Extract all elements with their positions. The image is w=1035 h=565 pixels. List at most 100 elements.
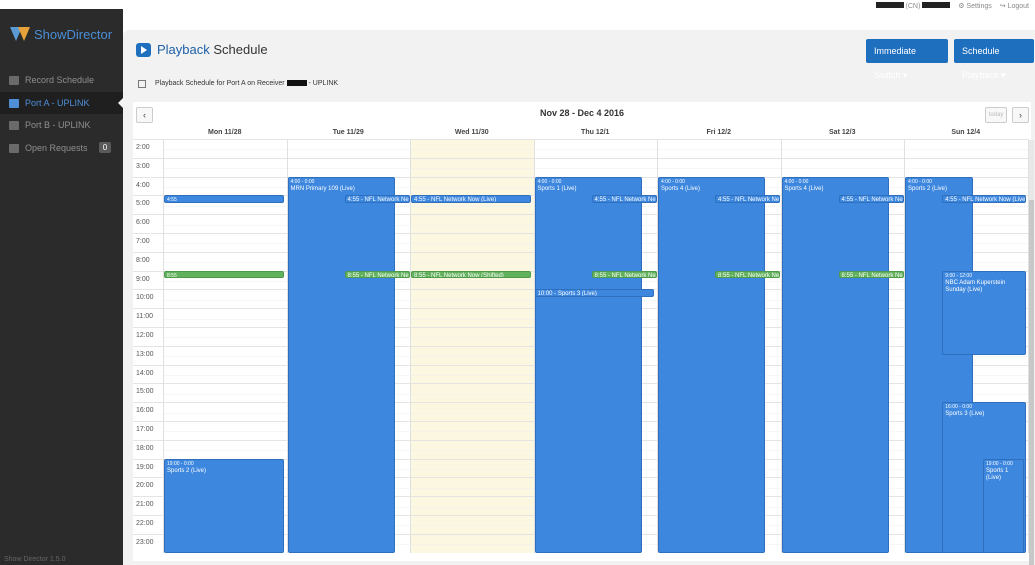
- half-hour-line: [163, 168, 1029, 170]
- day-header[interactable]: Sun 12/4: [904, 129, 1028, 139]
- hour-label: 6:00: [136, 219, 150, 227]
- schedule-event[interactable]: 8:55 - NFL Network Ne: [344, 270, 410, 279]
- event-title: Sports 3 (Live): [945, 411, 985, 418]
- hour-label: 4:00: [136, 181, 150, 189]
- schedule-event[interactable]: 4:55 - NFL Network Ne: [838, 195, 904, 203]
- screen-icon: [9, 120, 19, 130]
- subheader-text-after: - UPLINK: [308, 80, 339, 87]
- main-panel: Playback Schedule Immediate Switch ▾ Sch…: [123, 30, 1035, 565]
- schedule-event[interactable]: 4:00 - 0:00 Sports 4 (Live): [781, 176, 889, 553]
- brand-logo[interactable]: ShowDirector: [10, 23, 112, 45]
- page-header: Playback Schedule Immediate Switch ▾ Sch…: [123, 30, 1035, 80]
- scrollbar-thumb[interactable]: [1029, 200, 1034, 565]
- schedule-event[interactable]: 8:55 - NFL Network Now (Shifted): [411, 270, 531, 279]
- event-time: 4:55: [167, 197, 177, 203]
- event-time: 8:55: [167, 272, 177, 279]
- event-title: 4:55 - NFL Network Ne: [718, 197, 780, 203]
- page-title-sub: Schedule: [213, 42, 268, 57]
- hour-label: 7:00: [136, 238, 150, 245]
- page-title-main: Playback: [157, 42, 210, 57]
- day-header[interactable]: Fri 12/2: [657, 129, 781, 139]
- schedule-event[interactable]: 8:558:55 - NFL Network Now (Shifted): [164, 270, 284, 279]
- hour-label: 20:00: [136, 482, 154, 490]
- day-header[interactable]: Sat 12/3: [781, 129, 905, 139]
- next-week-button[interactable]: ›: [1012, 107, 1029, 123]
- sidebar-item-port-b-uplink[interactable]: Port B - UPLINK: [0, 114, 123, 136]
- event-title: 4:55 - NFL Network Ne: [841, 197, 903, 203]
- today-button[interactable]: today: [985, 107, 1007, 123]
- calendar: ‹ Nov 28 - Dec 4 2016 today › Mon 11/28 T…: [133, 102, 1031, 561]
- event-title: 8:55 - NFL Network Ne: [594, 272, 656, 279]
- sidebar-item-port-a-uplink[interactable]: Port A - UPLINK: [0, 92, 124, 114]
- event-time: 4:00 - 0:00: [784, 178, 809, 185]
- schedule-event[interactable]: 4:554:55 - NFL Network Now (Live): [164, 195, 284, 203]
- event-title: 10:00 - Sports 3 (Live): [537, 291, 597, 297]
- event-title: NBC Adam Kuperstein Sunday (Live): [945, 279, 1006, 293]
- schedule-event[interactable]: 9:00 - 12:00 NBC Adam Kuperstein Sunday (…: [942, 270, 1027, 356]
- schedule-event[interactable]: 19:00 - 0:00 Sports 2 (Live): [164, 458, 284, 553]
- hour-row[interactable]: [133, 157, 1029, 177]
- hour-label: 18:00: [136, 444, 154, 452]
- hour-label: 14:00: [136, 369, 154, 377]
- day-header[interactable]: Wed 11/30: [410, 129, 534, 139]
- hour-label: 15:00: [136, 388, 154, 396]
- hour-label: 3:00: [136, 162, 150, 170]
- sidebar-item-open-requests[interactable]: Open Requests 0: [0, 137, 123, 159]
- day-header[interactable]: Thu 12/1: [534, 129, 658, 139]
- event-title: 4:55 - NFL Network Ne: [594, 197, 656, 203]
- event-title: 4:55 - NFL Network Ne: [347, 197, 409, 203]
- sidebar-item-label: Port A - UPLINK: [25, 98, 90, 108]
- playback-icon: [136, 43, 151, 57]
- schedule-event[interactable]: 8:55 - NFL Network Ne: [591, 270, 657, 279]
- hour-label: 10:00: [136, 294, 154, 302]
- schedule-playback-button[interactable]: Schedule Playback ▾: [954, 39, 1034, 80]
- settings-label: Settings: [966, 3, 992, 10]
- day-header[interactable]: Tue 11/29: [287, 129, 411, 139]
- inbox-icon: [9, 143, 19, 153]
- settings-link[interactable]: ⚙ Settings: [958, 2, 992, 10]
- schedule-event[interactable]: 8:55 - NFL Network Ne: [715, 270, 781, 279]
- schedule-event[interactable]: 10:00 - Sports 3 (Live): [534, 289, 655, 297]
- day-header[interactable]: Mon 11/28: [163, 129, 287, 139]
- schedule-event[interactable]: 4:55 - NFL Network Ne: [715, 195, 781, 203]
- sidebar-item-label: Record Schedule: [25, 75, 95, 85]
- logout-label: Logout: [1007, 3, 1029, 10]
- schedule-event[interactable]: 8:55 - NFL Network Ne: [838, 270, 904, 279]
- hour-label: 9:00: [136, 275, 150, 283]
- microphone-icon: [9, 75, 19, 85]
- event-title: 8:55 - NFL Network Ne: [841, 272, 903, 279]
- sidebar-item-record-schedule[interactable]: Record Schedule: [0, 69, 123, 91]
- event-time: 4:00 - 0:00: [290, 178, 315, 185]
- hour-label: 16:00: [136, 407, 154, 415]
- hour-label: 23:00: [136, 538, 154, 546]
- schedule-event[interactable]: 4:55 - NFL Network Ne: [344, 195, 410, 203]
- event-time: 4:00 - 0:00: [537, 178, 562, 185]
- immediate-switch-button[interactable]: Immediate Switch ▾: [866, 39, 948, 80]
- event-time: 9:00 - 12:00: [945, 272, 972, 279]
- user-menu[interactable]: (CN): [875, 2, 951, 10]
- hour-row[interactable]: [133, 139, 1029, 158]
- event-title: 4:55 - NFL Network Now (Live): [945, 197, 1027, 203]
- logout-link[interactable]: ↪ Logout: [1000, 2, 1029, 10]
- hour-label: 2:00: [136, 144, 150, 151]
- hour-label: 21:00: [136, 501, 154, 509]
- schedule-event[interactable]: 4:00 - 0:00 MRN Primary 109 (Live): [287, 176, 395, 553]
- hour-label: 12:00: [136, 332, 154, 339]
- screen-icon: [9, 98, 19, 108]
- schedule-event[interactable]: 4:55 - NFL Network Ne: [591, 195, 657, 203]
- user-prefix: (CN): [905, 3, 921, 10]
- schedule-event[interactable]: 4:55 - NFL Network Now (Live): [411, 195, 531, 203]
- subheader-text-before: Playback Schedule for Port A on Receiver: [155, 80, 285, 87]
- schedule-event[interactable]: 4:00 - 0:00 Sports 4 (Live): [658, 176, 766, 553]
- redacted-username: [875, 2, 904, 8]
- hour-label: 17:00: [136, 426, 154, 433]
- user-bar: (CN) ⚙ Settings ↪ Logout: [875, 2, 1029, 10]
- schedule-event[interactable]: 4:00 - 0:00 Sports 1 (Live): [534, 176, 642, 553]
- redacted-receiver: [286, 80, 307, 87]
- calendar-scrollbar[interactable]: [1029, 140, 1034, 565]
- schedule-subheader: Playback Schedule for Port A on Receiver…: [123, 76, 1035, 92]
- event-title: 4:55 - NFL Network Now (Live): [414, 197, 497, 203]
- schedule-event[interactable]: 19:00 - 0:00 Sports 1 (Live): [983, 458, 1024, 553]
- schedule-event[interactable]: 4:55 - NFL Network Now (Live): [942, 195, 1027, 203]
- hour-label: 11:00: [136, 313, 153, 321]
